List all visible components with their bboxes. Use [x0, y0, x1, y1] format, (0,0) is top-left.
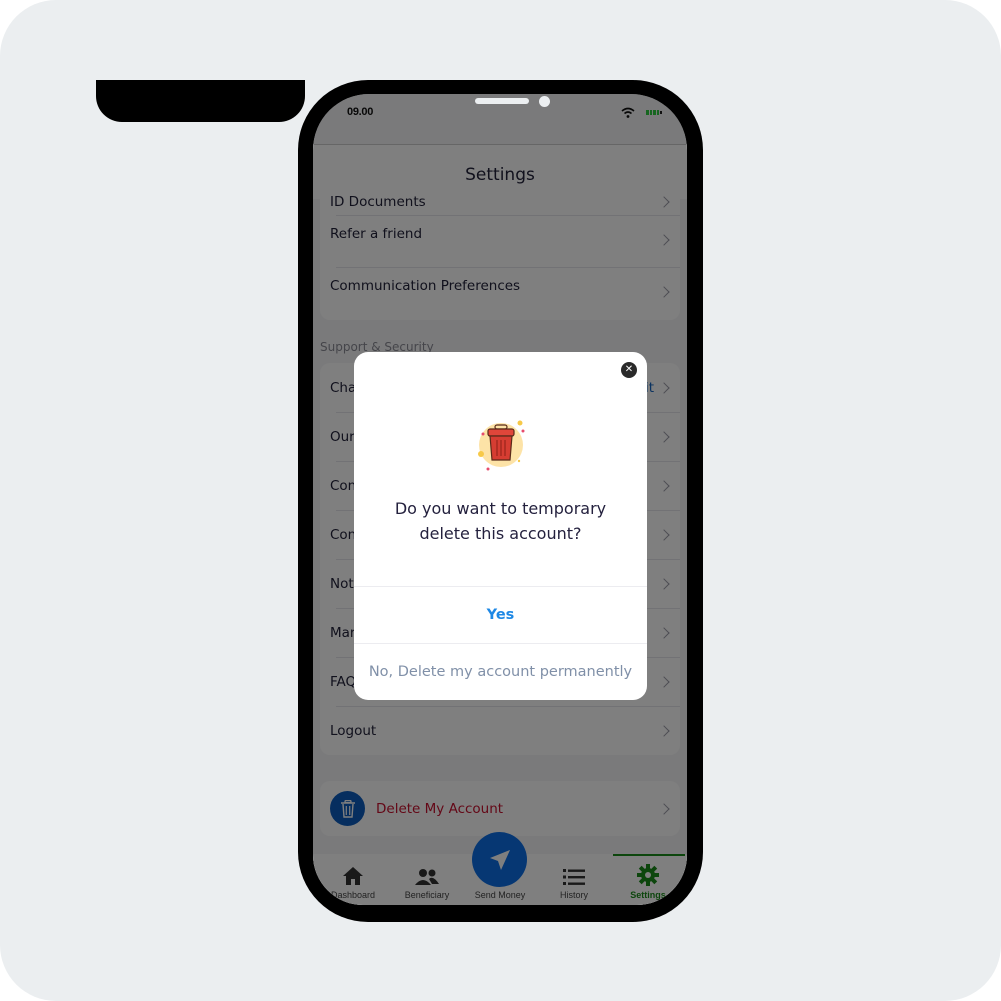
delete-permanently-button[interactable]: No, Delete my account permanently [354, 644, 647, 700]
dialog-message-line: delete this account? [419, 524, 582, 543]
close-icon[interactable]: ✕ [621, 362, 637, 378]
delete-account-dialog: ✕ Do you want to temporary delete this a… [354, 352, 647, 700]
trash-can-icon [478, 420, 525, 471]
dialog-message: Do you want to temporary delete this acc… [354, 496, 647, 546]
speaker-grille [475, 98, 529, 104]
phone-notch [96, 80, 305, 122]
yes-button[interactable]: Yes [354, 587, 647, 643]
front-camera [539, 96, 550, 107]
dialog-message-line: Do you want to temporary [394, 499, 607, 518]
